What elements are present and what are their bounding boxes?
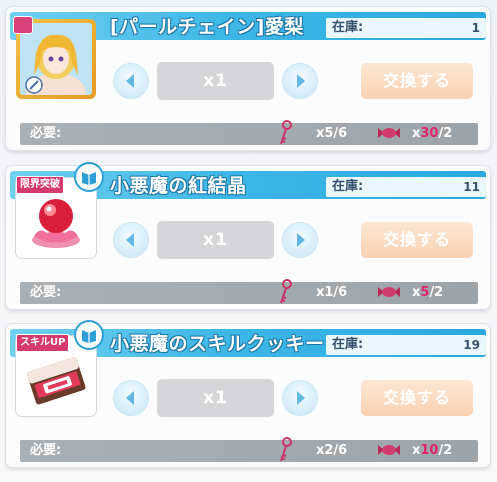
exchange-card-2: 小悪魔の紅結晶 在庫: 11 限界突破 x1 交換する 必要: x1/6 x5/…: [6, 164, 490, 309]
required-label: 必要:: [30, 443, 62, 458]
quantity-display: x1: [157, 62, 274, 100]
exchange-button[interactable]: 交換する: [361, 380, 473, 416]
requirements-bar: 必要: x2/6 x10/2: [20, 437, 478, 462]
stock-label: 在庫:: [332, 20, 364, 35]
skill-up-badge: スキルUP: [16, 334, 70, 352]
pink-key-icon: [280, 120, 292, 145]
info-book-icon[interactable]: [76, 164, 102, 190]
stock-label: 在庫:: [332, 337, 364, 352]
limit-break-badge: 限界突破: [16, 176, 64, 194]
chevron-right-icon: [297, 74, 305, 88]
chevron-left-icon: [126, 391, 134, 405]
info-book-icon[interactable]: [76, 322, 102, 348]
chevron-left-icon: [126, 74, 134, 88]
exchange-button[interactable]: 交換する: [361, 222, 473, 258]
increase-button[interactable]: [283, 223, 317, 257]
required-label: 必要:: [30, 126, 62, 141]
decrease-button[interactable]: [114, 223, 148, 257]
key-requirement: x5/6: [316, 126, 348, 141]
candy-icon: [378, 445, 400, 455]
stock-box: 在庫: 1: [326, 18, 486, 38]
character-card-thumbnail[interactable]: [13, 16, 96, 113]
candy-requirement: x30/2: [412, 126, 453, 141]
requirements-bar: 必要: x5/6 x30/2: [20, 120, 478, 145]
pink-key-icon: [280, 279, 292, 304]
stock-value: 1: [471, 21, 480, 35]
item-thumbnail[interactable]: スキルUP: [16, 334, 96, 416]
item-title: 小悪魔の紅結晶: [110, 175, 247, 197]
stock-value: 19: [463, 338, 480, 352]
pink-key-icon: [280, 437, 292, 462]
increase-button[interactable]: [283, 64, 317, 98]
exchange-card-3: 小悪魔のスキルクッキー 在庫: 19 スキルUP x1 交換する 必要: x2/…: [6, 322, 490, 467]
stock-label: 在庫:: [332, 179, 364, 194]
key-requirement: x2/6: [316, 443, 348, 458]
stock-box: 在庫: 19: [326, 335, 486, 355]
increase-button[interactable]: [283, 381, 317, 415]
quantity-display: x1: [157, 379, 274, 417]
item-thumbnail[interactable]: 限界突破: [16, 176, 96, 258]
stock-box: 在庫: 11: [326, 177, 486, 197]
exchange-button[interactable]: 交換する: [361, 63, 473, 99]
rarity-icon: [13, 16, 33, 34]
chevron-right-icon: [297, 233, 305, 247]
decrease-button[interactable]: [114, 381, 148, 415]
item-title: [パールチェイン]愛梨: [110, 16, 304, 38]
candy-icon: [378, 128, 400, 138]
exchange-card-1: [パールチェイン]愛梨 在庫: 1 x1 交換する 必要: x5/6 x30/2: [6, 7, 490, 150]
required-label: 必要:: [30, 285, 62, 300]
stock-value: 11: [463, 180, 480, 194]
candy-requirement: x5/2: [412, 285, 444, 300]
quantity-display: x1: [157, 221, 274, 259]
chevron-right-icon: [297, 391, 305, 405]
key-requirement: x1/6: [316, 285, 348, 300]
chevron-left-icon: [126, 233, 134, 247]
candy-icon: [378, 287, 400, 297]
candy-requirement: x10/2: [412, 443, 453, 458]
item-title: 小悪魔のスキルクッキー: [110, 333, 325, 355]
requirements-bar: 必要: x1/6 x5/2: [20, 279, 478, 304]
decrease-button[interactable]: [114, 64, 148, 98]
